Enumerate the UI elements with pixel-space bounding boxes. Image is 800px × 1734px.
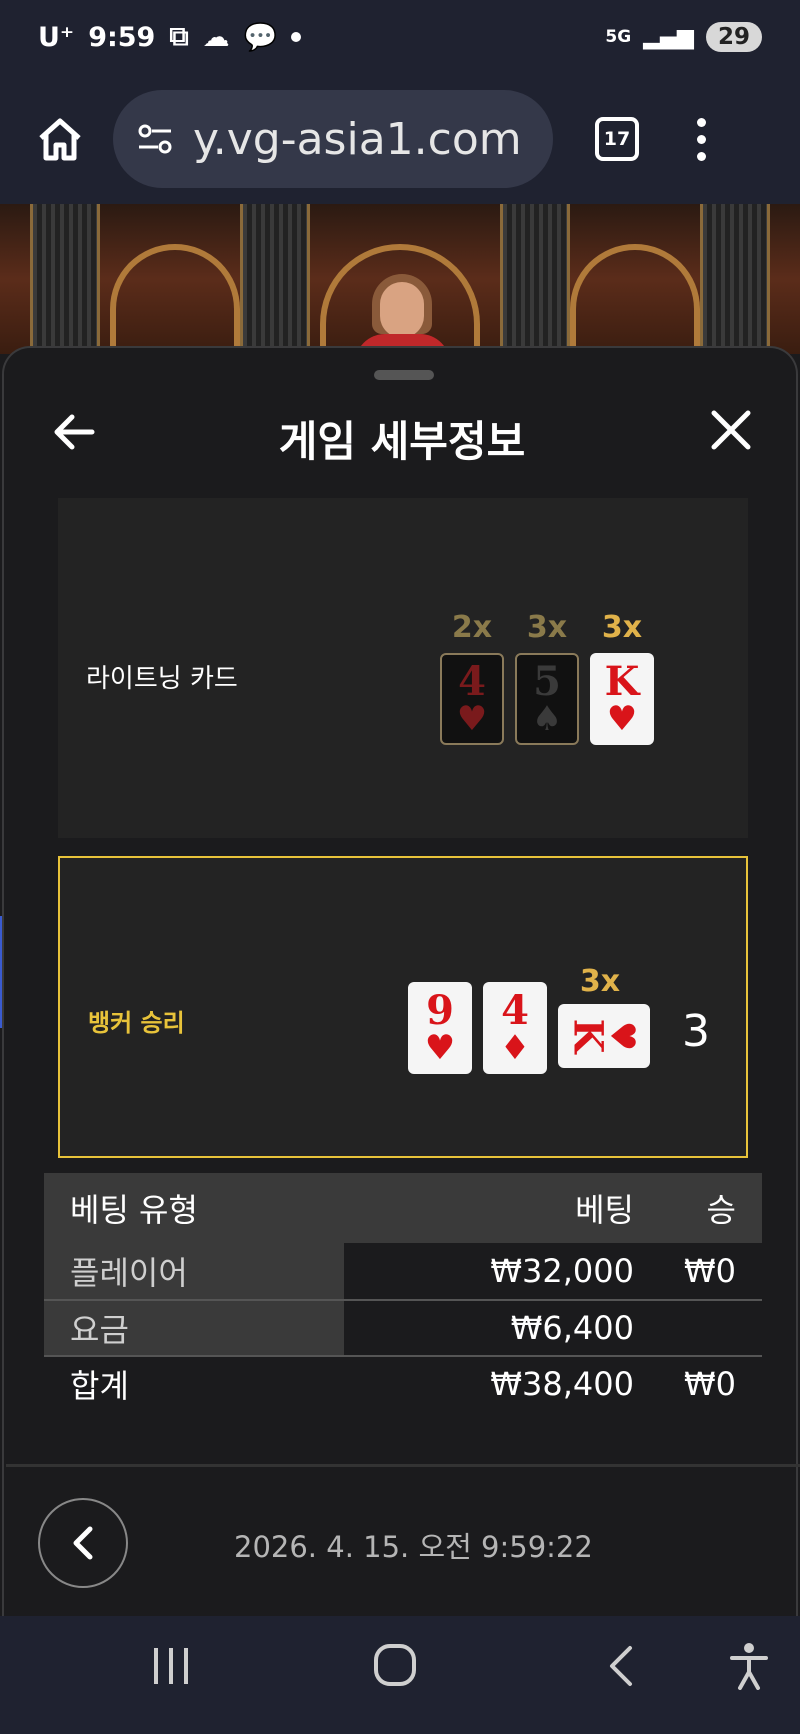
total-win: ₩0 xyxy=(684,1365,736,1403)
clock: 9:59 xyxy=(88,21,156,53)
chevron-left-icon xyxy=(73,1526,93,1560)
screenshot-icon: ⧉ xyxy=(169,21,189,52)
lightning-cards-panel: 라이트닝 카드 2x 4 ♥ 3x 5 ♠ 3x K ♥ xyxy=(58,498,748,838)
chat-icon: 💬 xyxy=(243,22,278,53)
card-suit: ♠ xyxy=(531,699,563,739)
result-panel: 뱅커 승리 9 ♥ 4 ♦ 3x K ♥ 3 xyxy=(58,856,748,1158)
accessibility-icon[interactable] xyxy=(728,1642,770,1702)
notification-dot-icon xyxy=(291,32,302,42)
total-label: 합계 xyxy=(70,1367,129,1405)
site-settings-icon[interactable] xyxy=(135,119,175,159)
back-nav-icon[interactable] xyxy=(604,1644,638,1700)
card-suit: ♦ xyxy=(499,1028,531,1068)
multiplier-label: 3x xyxy=(579,964,621,999)
win-amount-cell: ₩0 xyxy=(684,1252,736,1290)
back-arrow-icon[interactable] xyxy=(52,412,96,463)
bet-type-cell: 플레이어 xyxy=(44,1243,344,1299)
bet-type-cell: 요금 xyxy=(44,1301,344,1355)
page-title: 게임 세부정보 xyxy=(278,416,526,466)
browser-toolbar: y.vg-asia1.com 17 xyxy=(0,74,800,204)
column-header: 승 xyxy=(706,1191,736,1229)
playing-card: 9 ♥ xyxy=(408,982,472,1074)
close-icon[interactable] xyxy=(710,404,752,464)
card-rank: 5 xyxy=(533,658,561,705)
network-label: 5G xyxy=(605,27,632,47)
game-details-sheet: 게임 세부정보 라이트닝 카드 2x 4 ♥ 3x 5 ♠ 3x K ♥ 뱅커 … xyxy=(2,346,800,1616)
card-rank: 4 xyxy=(501,987,529,1034)
card-suit: ♥ xyxy=(606,699,638,739)
multiplier-label: 3x xyxy=(601,610,643,645)
playing-card: 4 ♦ xyxy=(483,982,547,1074)
bets-table: 베팅 유형 베팅 승 플레이어 ₩32,000 ₩0 요금 ₩6,400 합계 … xyxy=(44,1173,762,1411)
home-button[interactable] xyxy=(25,104,95,174)
winner-label: 뱅커 승리 xyxy=(88,1009,185,1037)
status-bar: U⁺ 9:59 ⧉ ☁ 💬 5G ▂▄▆ 29 xyxy=(0,0,800,74)
address-bar[interactable]: y.vg-asia1.com xyxy=(113,90,553,188)
table-total-row: 합계 ₩38,400 ₩0 xyxy=(44,1355,762,1411)
battery-indicator: 29 xyxy=(705,22,762,52)
hand-score: 3 xyxy=(682,1006,710,1057)
multiplier-label: 2x xyxy=(451,610,493,645)
round-timestamp: 2026. 4. 15. 오전 9:59:22 xyxy=(234,1530,593,1564)
previous-round-button[interactable] xyxy=(38,1498,128,1588)
card-suit: ♥ xyxy=(424,1028,456,1068)
divider xyxy=(6,1464,800,1467)
recent-apps-icon[interactable] xyxy=(150,1644,192,1700)
card-rank: K xyxy=(604,658,640,705)
lightning-card: 5 ♠ xyxy=(515,653,579,745)
url-text: y.vg-asia1.com xyxy=(193,113,522,165)
multiplier-label: 3x xyxy=(526,610,568,645)
carrier-label: U⁺ xyxy=(38,21,75,53)
live-video-feed xyxy=(0,204,800,354)
column-header: 베팅 유형 xyxy=(70,1191,198,1229)
home-icon xyxy=(39,118,81,161)
card-suit: ♥ xyxy=(456,699,488,739)
lightning-card: K ♥ xyxy=(590,653,654,745)
bet-amount-cell: ₩32,000 xyxy=(490,1252,634,1290)
table-row: 플레이어 ₩32,000 ₩0 xyxy=(44,1243,762,1299)
sheet-header: 게임 세부정보 xyxy=(4,398,800,478)
signal-icon: ▂▄▆ xyxy=(643,24,694,50)
total-bet: ₩38,400 xyxy=(490,1365,634,1403)
overflow-menu-icon[interactable] xyxy=(697,117,706,161)
drag-handle[interactable] xyxy=(374,370,434,380)
cloud-icon: ☁ xyxy=(202,21,230,53)
table-row: 요금 ₩6,400 xyxy=(44,1299,762,1355)
home-nav-icon[interactable] xyxy=(372,1642,418,1700)
card-rank: 9 xyxy=(426,987,454,1034)
table-header: 베팅 유형 베팅 승 xyxy=(44,1173,762,1243)
playing-card-rotated: K ♥ xyxy=(558,1004,650,1068)
card-rank: 4 xyxy=(458,658,486,705)
lightning-cards-label: 라이트닝 카드 xyxy=(86,664,238,694)
tab-switcher-button[interactable]: 17 xyxy=(595,117,639,161)
card-suit: ♥ xyxy=(602,1020,643,1052)
system-nav-bar xyxy=(0,1616,800,1734)
lightning-card: 4 ♥ xyxy=(440,653,504,745)
bet-amount-cell: ₩6,400 xyxy=(510,1309,634,1347)
column-header: 베팅 xyxy=(575,1191,634,1229)
